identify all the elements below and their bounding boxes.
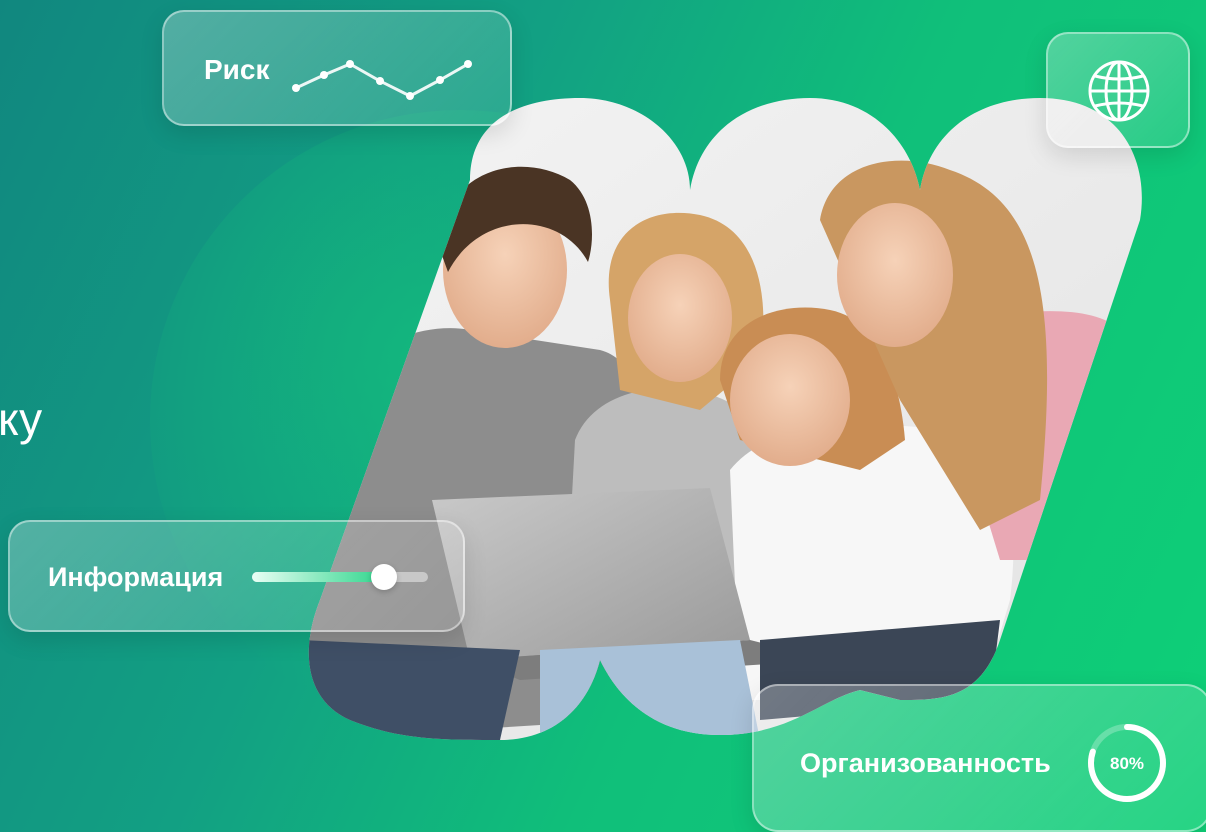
risk-card: Риск [162,10,512,126]
information-card: Информация [8,520,465,632]
globe-icon [1088,60,1150,122]
globe-card[interactable] [1046,32,1190,148]
organization-card: Организованность 80% [752,684,1206,832]
slider-fill [252,572,384,582]
risk-label: Риск [204,54,270,85]
slider-thumb[interactable] [371,564,397,590]
line-chart-icon [292,60,472,100]
organization-label: Организованность [800,748,1051,778]
organization-progress-text: 80% [1109,754,1145,773]
information-label: Информация [48,562,224,592]
information-slider[interactable] [252,564,428,590]
